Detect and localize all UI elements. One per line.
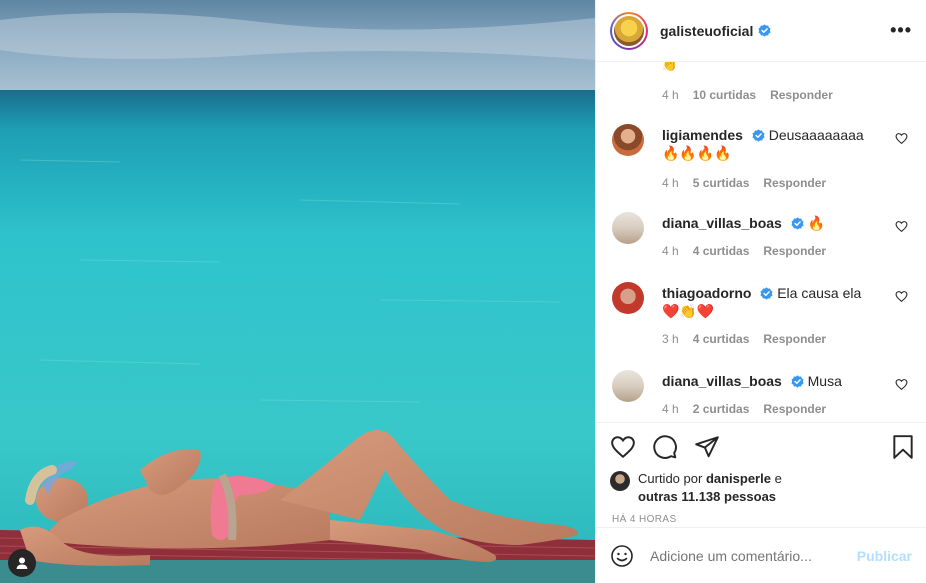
comment-input[interactable] (650, 547, 857, 564)
emoji-icon[interactable] (610, 544, 634, 568)
comment-meta: 4 h 2 curtidas Responder (662, 402, 826, 416)
liker-avatar[interactable] (610, 471, 630, 491)
heart-icon[interactable] (610, 434, 636, 460)
more-options-button[interactable]: ••• (890, 20, 912, 41)
comment-meta: 4 h 4 curtidas Responder (662, 244, 826, 258)
verified-icon (791, 375, 804, 388)
reply-button[interactable]: Responder (770, 88, 833, 102)
comment-emoji-fragment: 👏 (662, 62, 677, 72)
reply-button[interactable]: Responder (763, 244, 826, 258)
verified-icon (760, 287, 773, 300)
heart-icon[interactable] (895, 290, 908, 303)
comment-icon[interactable] (652, 434, 678, 460)
comment-likes[interactable]: 4 curtidas (693, 244, 750, 258)
commenter-avatar[interactable] (612, 124, 644, 156)
heart-icon[interactable] (895, 220, 908, 233)
verified-icon (758, 24, 771, 37)
share-icon[interactable] (694, 434, 720, 460)
add-comment-bar: Publicar (596, 527, 926, 583)
reply-button[interactable]: Responder (763, 176, 826, 190)
commenter-username[interactable]: diana_villas_boas (662, 373, 782, 389)
comment-time[interactable]: 4 h (662, 244, 679, 258)
commenter-username[interactable]: ligiamendes (662, 127, 743, 143)
liked-by-mid: e (774, 471, 782, 486)
comment-time[interactable]: 4 h (662, 88, 679, 102)
likes-summary: Curtido por danisperle e outras 11.138 p… (596, 470, 926, 510)
author-username[interactable]: galisteuoficial (660, 23, 753, 39)
heart-icon[interactable] (895, 378, 908, 391)
comment-likes[interactable]: 10 curtidas (693, 88, 756, 102)
commenter-avatar[interactable] (612, 212, 644, 244)
heart-icon[interactable] (895, 132, 908, 145)
comment-time[interactable]: 4 h (662, 176, 679, 190)
comment-text: Musa (807, 373, 842, 389)
comment-text: 🔥 (807, 215, 826, 231)
post-actions (596, 422, 926, 470)
comment-meta: 4 h 10 curtidas Responder (662, 88, 833, 102)
user-tag-icon (16, 557, 28, 569)
post-panel: galisteuoficial ••• 👏 4 h 10 curtidas Re… (595, 0, 926, 583)
author-avatar[interactable] (610, 11, 648, 50)
comment-likes[interactable]: 2 curtidas (693, 402, 750, 416)
comment-likes[interactable]: 5 curtidas (693, 176, 750, 190)
commenter-username[interactable]: thiagoadorno (662, 285, 751, 301)
comment-time[interactable]: 4 h (662, 402, 679, 416)
publish-button[interactable]: Publicar (857, 548, 912, 564)
beach-photo-image (0, 0, 595, 583)
commenter-avatar[interactable] (612, 370, 644, 402)
comment-likes[interactable]: 4 curtidas (693, 332, 750, 346)
comment-time[interactable]: 3 h (662, 332, 679, 346)
reply-button[interactable]: Responder (763, 332, 826, 346)
post-header: galisteuoficial ••• (596, 0, 926, 62)
post-photo[interactable] (0, 0, 595, 583)
likes-others-count[interactable]: outras 11.138 pessoas (638, 489, 776, 504)
verified-icon (791, 217, 804, 230)
liked-by-prefix: Curtido por (638, 471, 703, 486)
save-icon[interactable] (890, 434, 916, 460)
instagram-post: galisteuoficial ••• 👏 4 h 10 curtidas Re… (0, 0, 926, 583)
comment-meta: 3 h 4 curtidas Responder (662, 332, 826, 346)
comment-meta: 4 h 5 curtidas Responder (662, 176, 826, 190)
comments-list: 👏 4 h 10 curtidas Responder ligiamendes … (596, 62, 926, 422)
liker-username[interactable]: danisperle (706, 471, 771, 486)
reply-button[interactable]: Responder (763, 402, 826, 416)
commenter-avatar[interactable] (612, 282, 644, 314)
verified-icon (752, 129, 765, 142)
user-tag-button[interactable] (8, 549, 36, 577)
commenter-username[interactable]: diana_villas_boas (662, 215, 782, 231)
